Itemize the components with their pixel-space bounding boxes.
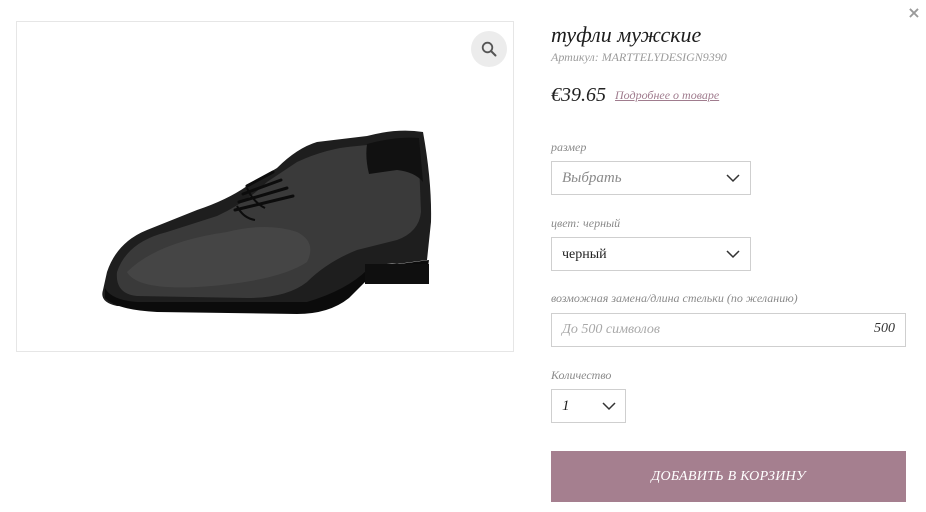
product-sku: Артикул: MARTTELYDESIGN9390	[551, 50, 727, 65]
zoom-button[interactable]	[471, 31, 507, 67]
quantity-select[interactable]: 1	[551, 389, 626, 423]
chevron-down-icon	[726, 174, 740, 183]
size-select-value: Выбрать	[562, 170, 622, 186]
add-to-cart-button[interactable]: ДОБАВИТЬ В КОРЗИНУ	[551, 451, 906, 502]
size-label: размер	[551, 140, 587, 154]
product-price: €39.65	[551, 84, 606, 106]
char-counter: 500	[874, 321, 895, 336]
quantity-value: 1	[562, 398, 570, 414]
color-label: цвет: черный	[551, 216, 621, 230]
insole-placeholder: До 500 символов	[562, 322, 660, 337]
size-select[interactable]: Выбрать	[551, 161, 751, 195]
sku-label: Артикул:	[551, 50, 599, 64]
product-image-frame	[16, 21, 514, 352]
color-select[interactable]: черный	[551, 237, 751, 271]
close-icon[interactable]: ×	[906, 4, 922, 22]
chevron-down-icon	[726, 250, 740, 259]
insole-input[interactable]: До 500 символов 500	[551, 313, 906, 347]
details-link[interactable]: Подробнее о товаре	[615, 88, 719, 103]
color-select-value: черный	[562, 247, 607, 262]
quantity-label: Количество	[551, 368, 612, 382]
chevron-down-icon	[602, 402, 616, 411]
product-image	[102, 130, 432, 314]
sku-value: MARTTELYDESIGN9390	[601, 50, 727, 64]
product-title: туфли мужские	[551, 22, 702, 47]
magnifier-icon	[481, 41, 497, 57]
insole-label: возможная замена/длина стельки (по желан…	[551, 291, 798, 305]
